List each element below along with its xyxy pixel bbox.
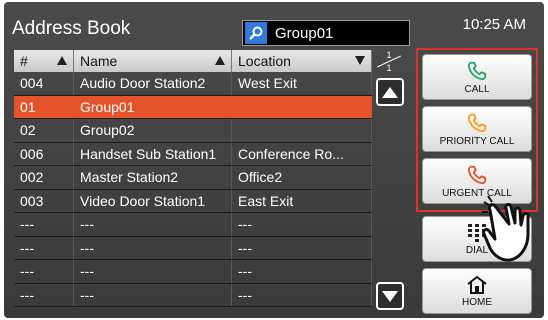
scroll-down-button[interactable] [376,282,404,310]
cell-location [232,95,372,118]
cell-location: West Exit [232,72,372,95]
home-icon [467,275,487,294]
cell-number: 02 [14,119,74,142]
cell-name: --- [74,283,232,306]
search-icon[interactable] [245,22,267,44]
cell-number: 006 [14,142,74,165]
call-button[interactable]: CALL [422,54,532,100]
cell-location: --- [232,236,372,259]
clock: 10:25 AM [462,16,526,33]
cell-location: --- [232,260,372,283]
cell-name: Group01 [74,95,232,118]
cell-name: --- [74,260,232,283]
phone-icon [467,165,487,184]
cell-name: Group02 [74,119,232,142]
arrow-down-icon [382,290,398,302]
hand-pointer-icon [482,196,530,262]
table-row[interactable]: --- --- --- [14,213,372,237]
arrow-up-icon [382,86,398,98]
table-row[interactable]: --- --- --- [14,260,372,284]
cell-number: 004 [14,72,74,95]
priority-call-label: PRIORITY CALL [439,135,515,147]
table-row[interactable]: 006 Handset Sub Station1 Conference Ro... [14,142,372,166]
cell-location: Office2 [232,166,372,189]
phone-icon [467,61,487,80]
cell-number: 002 [14,166,74,189]
cell-name: Handset Sub Station1 [74,142,232,165]
sort-asc-icon [57,56,67,65]
table-row[interactable]: --- --- --- [14,283,372,307]
cell-number: --- [14,213,74,236]
cell-location [232,119,372,142]
table-row[interactable]: 002 Master Station2 Office2 [14,166,372,190]
cell-name: Audio Door Station2 [74,72,232,95]
cell-number: --- [14,236,74,259]
cell-number: --- [14,283,74,306]
search-value: Group01 [275,24,334,42]
table-row[interactable]: 003 Video Door Station1 East Exit [14,189,372,213]
table-row[interactable]: 004 Audio Door Station2 West Exit [14,72,372,96]
column-header-name[interactable]: Name [74,50,232,72]
cell-number: --- [14,260,74,283]
page-title: Address Book [12,18,131,39]
cell-location: East Exit [232,189,372,212]
home-label: HOME [462,296,492,308]
cell-location: Conference Ro... [232,142,372,165]
address-table: # Name Location 004 Audio Door Station2 We… [14,50,372,307]
call-label: CALL [464,83,490,95]
table-row[interactable]: 01 Group01 [14,95,372,119]
column-header-number[interactable]: # [14,50,74,72]
table-row[interactable]: 02 Group02 [14,119,372,143]
scroll-up-button[interactable] [376,78,404,106]
priority-call-button[interactable]: PRIORITY CALL [422,106,532,152]
cell-name: Master Station2 [74,166,232,189]
cell-number: 01 [14,95,74,118]
table-row[interactable]: --- --- --- [14,236,372,260]
pager: 1 1 [372,46,408,316]
sort-asc-icon [215,56,225,65]
intercom-screen: Address Book Group01 10:25 AM # Name Loc… [4,2,544,318]
phone-icon [467,113,487,132]
column-header-location[interactable]: Location [232,50,372,72]
cell-location: --- [232,283,372,306]
page-indicator: 1 1 [376,50,402,73]
cell-number: 003 [14,189,74,212]
cell-name: --- [74,213,232,236]
cell-name: Video Door Station1 [74,189,232,212]
cell-location: --- [232,213,372,236]
cell-name: --- [74,236,232,259]
sort-desc-icon [355,56,365,65]
table-header: # Name Location [14,50,372,72]
home-button[interactable]: HOME [422,268,532,314]
search-field[interactable]: Group01 [242,20,410,46]
